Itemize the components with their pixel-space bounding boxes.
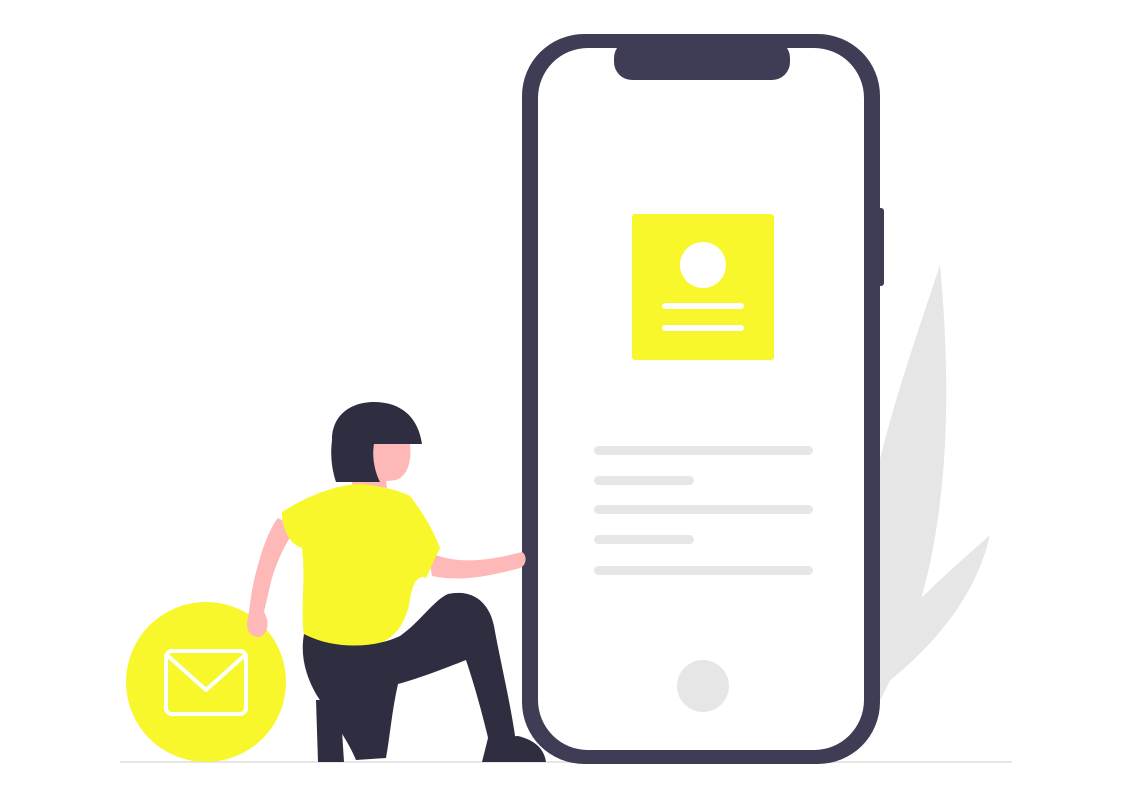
text-line-5 [594,566,813,575]
person-right-arm [428,552,526,579]
person-face [373,444,411,482]
text-line-1 [594,446,813,455]
person-back-shoe [316,700,344,762]
background-leaves [860,265,990,700]
text-line-4 [594,535,694,544]
phone-screen [538,48,864,750]
illustration-stage [0,0,1130,800]
profile-name-line [662,303,744,309]
home-button-icon [677,660,729,712]
profile-card-icon [632,214,774,360]
avatar-icon [680,242,726,288]
person [246,402,546,762]
text-line-3 [594,505,813,514]
profile-detail-line [662,325,744,331]
phone-notch [614,40,790,80]
text-line-2 [594,476,694,485]
smartphone [522,34,884,764]
mobile-profile-illustration [120,34,1012,764]
